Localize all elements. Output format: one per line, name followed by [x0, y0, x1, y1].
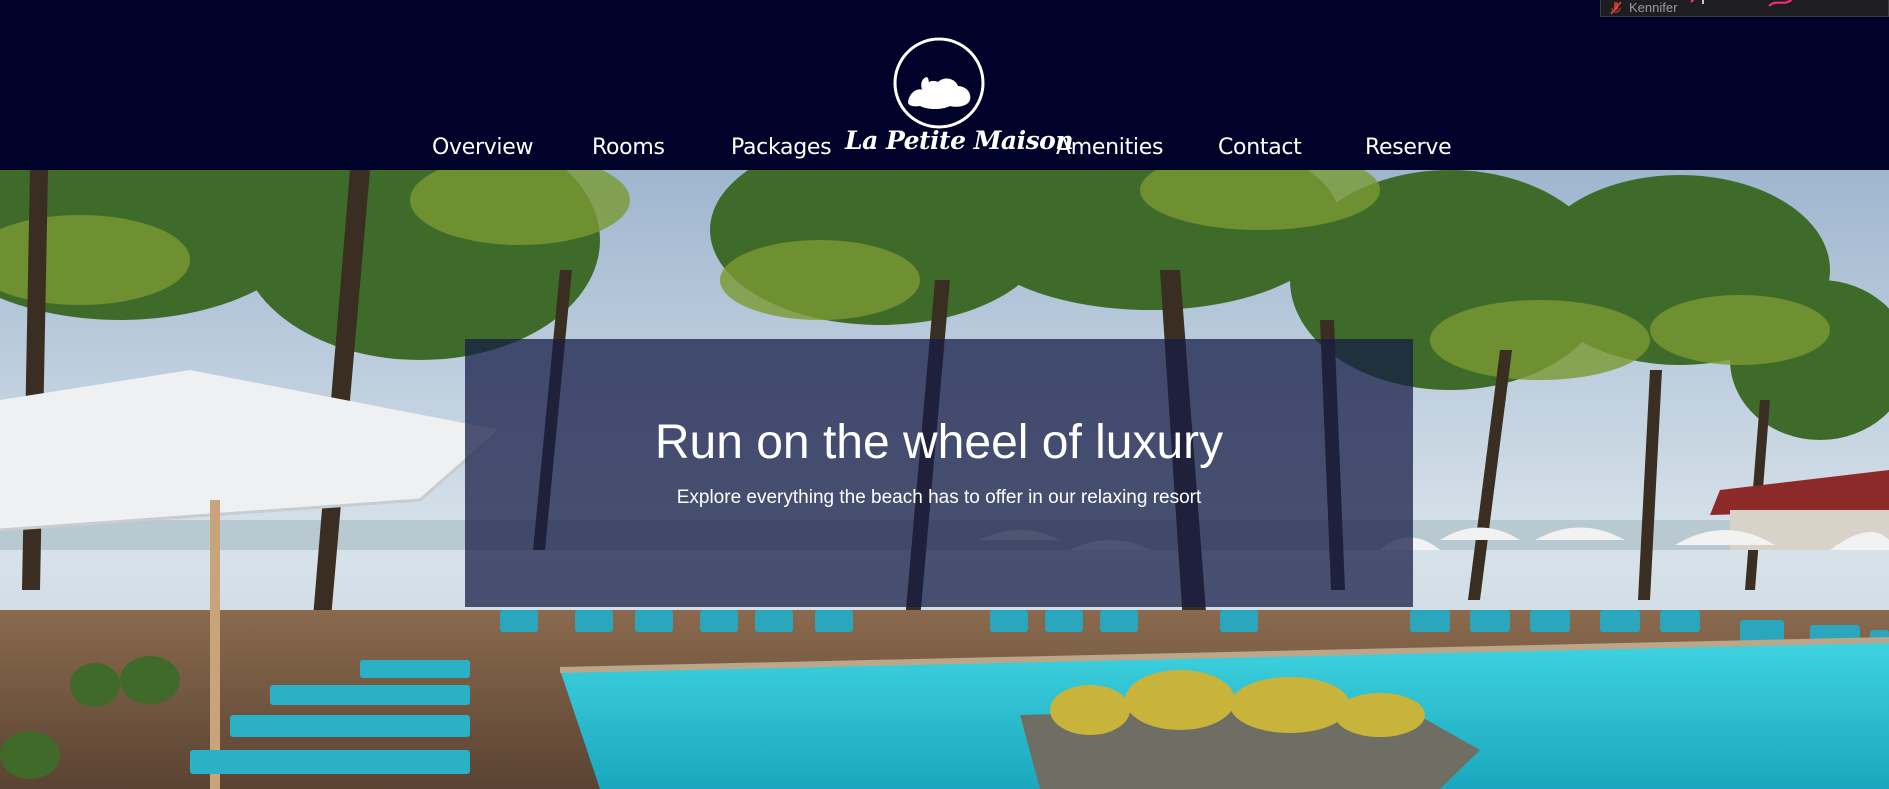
hero-overlay: Run on the wheel of luxury Explore every…	[465, 339, 1413, 607]
user-chip[interactable]: Kennifer	[1600, 0, 1889, 17]
site-header: Overview Rooms Packages La Petite Maison…	[0, 0, 1889, 170]
nav-contact[interactable]: Contact	[1218, 135, 1302, 160]
nav-amenities[interactable]: Amenities	[1056, 135, 1163, 160]
sleeping-dog-icon	[893, 37, 985, 129]
hero-title: Run on the wheel of luxury	[654, 416, 1224, 469]
nav-rooms[interactable]: Rooms	[592, 135, 665, 160]
nav-overview[interactable]: Overview	[432, 135, 533, 160]
nav-reserve[interactable]: Reserve	[1365, 135, 1452, 160]
scribble-mark	[1690, 0, 1793, 7]
brand-logo[interactable]: La Petite Maison	[845, 34, 1074, 164]
mic-muted-icon	[1610, 1, 1622, 15]
hero-subtitle: Explore everything the beach has to offe…	[676, 487, 1202, 508]
user-name: Kennifer	[1629, 0, 1678, 15]
nav-packages[interactable]: Packages	[731, 135, 832, 160]
brand-name: La Petite Maison	[845, 126, 1074, 155]
